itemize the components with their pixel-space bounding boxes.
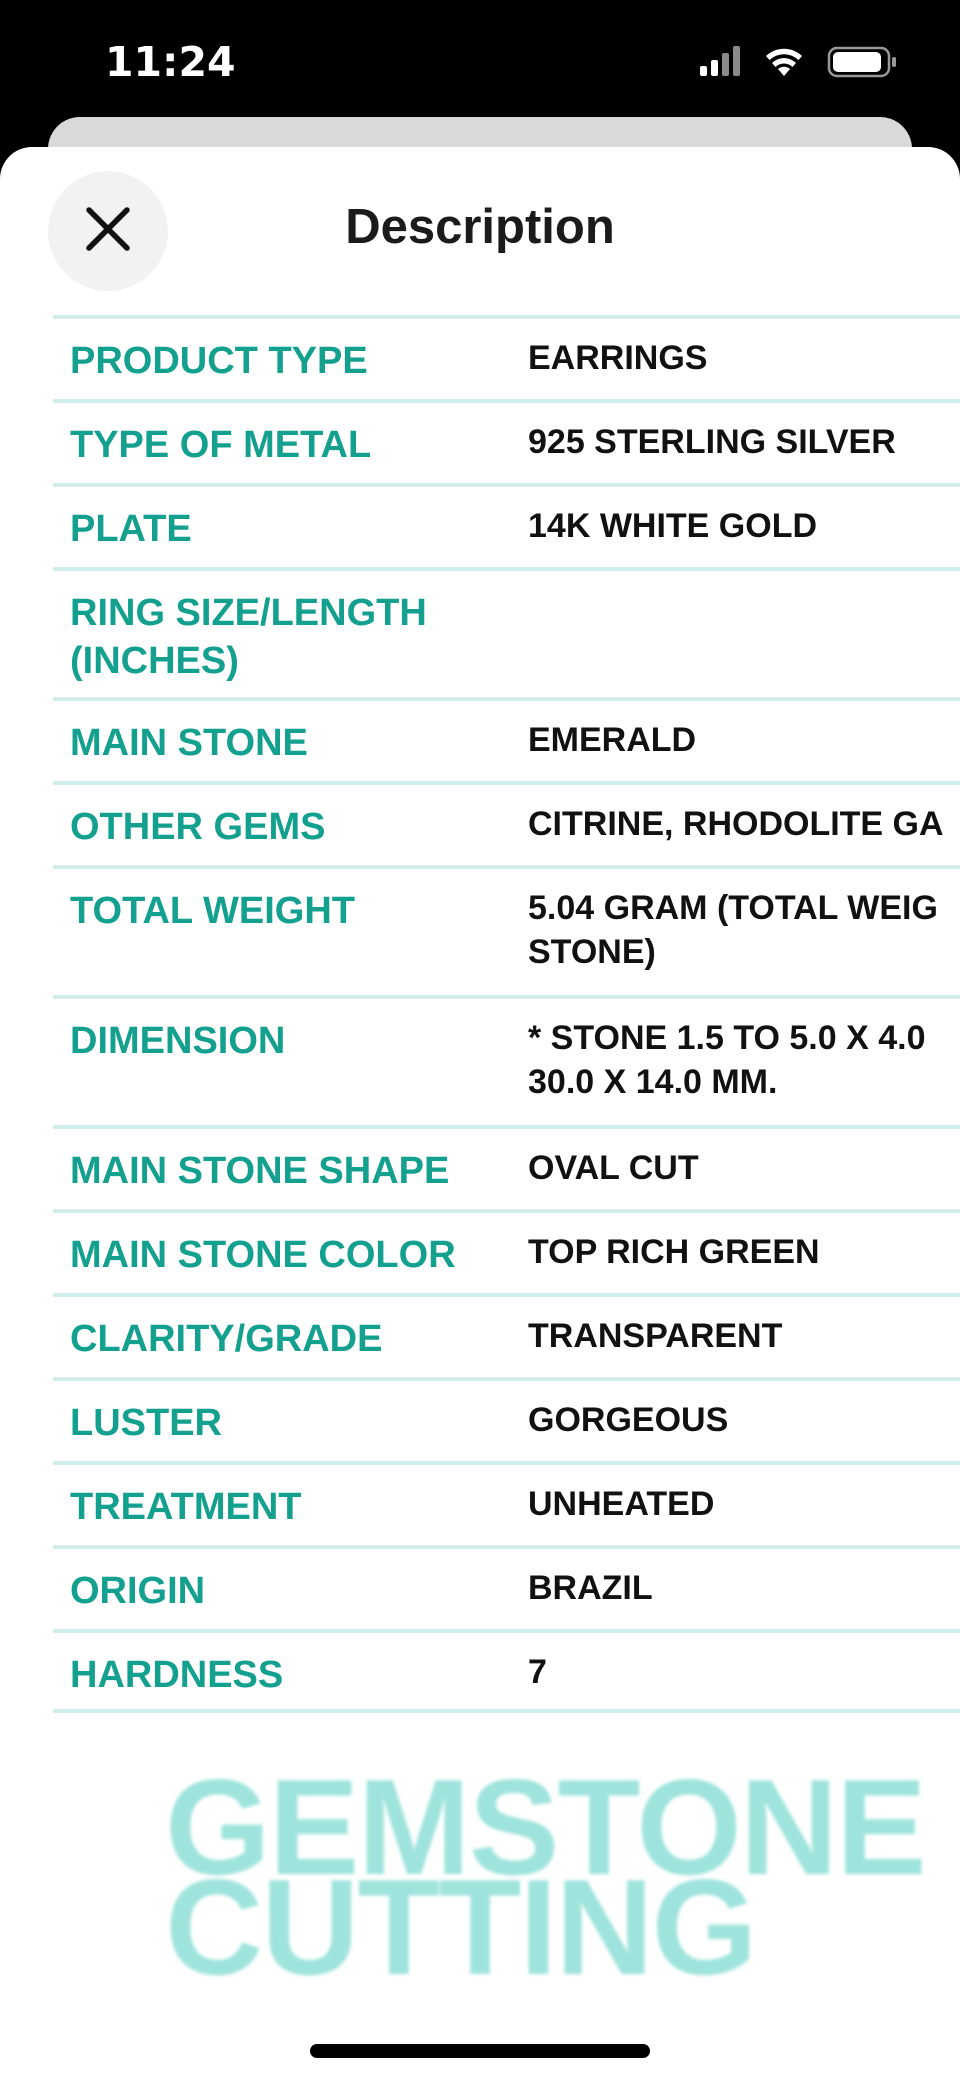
spec-label: OTHER GEMS: [70, 806, 326, 848]
spec-value-line: GORGEOUS: [528, 1401, 729, 1439]
spec-value-line: 5.04 GRAM (TOTAL WEIG: [528, 889, 938, 927]
spec-label-line: (INCHES): [70, 640, 239, 682]
spec-value-line: STONE): [528, 933, 656, 971]
spec-row: OTHER GEMS CITRINE, RHODOLITE GA: [53, 781, 960, 865]
spec-table: PRODUCT TYPE EARRINGS TYPE OF METAL 925 STE…: [53, 315, 960, 1713]
spec-row: PRODUCT TYPE EARRINGS: [53, 315, 960, 399]
spec-value: TRANSPARENT: [528, 1297, 960, 1358]
spec-value: EARRINGS: [528, 319, 960, 380]
spec-value: CITRINE, RHODOLITE GA: [528, 785, 960, 846]
spec-value-line: 30.0 X 14.0 MM.: [528, 1063, 778, 1101]
spec-value-line: OVAL CUT: [528, 1149, 699, 1187]
spec-value-line: 925 STERLING SILVER: [528, 423, 896, 461]
spec-label: HARDNESS: [70, 1654, 284, 1696]
spec-value: * STONE 1.5 TO 5.0 X 4.0 30.0 X 14.0 MM.: [528, 999, 960, 1104]
spec-label: MAIN STONE SHAPE: [70, 1150, 450, 1192]
spec-label: MAIN STONE COLOR: [70, 1234, 456, 1276]
spec-value-line: EMERALD: [528, 721, 697, 759]
spec-label-line: RING SIZE/LENGTH: [70, 592, 427, 634]
home-indicator[interactable]: [310, 2044, 650, 2058]
gemstone-cutting-logo: GEMSTONE CUTTING: [165, 1759, 927, 1995]
spec-value: [528, 571, 960, 588]
spec-value: OVAL CUT: [528, 1129, 960, 1190]
spec-value-line: CITRINE, RHODOLITE GA: [528, 805, 944, 843]
spec-value-line: TRANSPARENT: [528, 1317, 783, 1355]
status-icons: [700, 44, 900, 80]
spec-value: UNHEATED: [528, 1465, 960, 1526]
spec-label: RING SIZE/LENGTH (INCHES): [53, 571, 528, 685]
spec-row: DIMENSION * STONE 1.5 TO 5.0 X 4.0 30.0 X …: [53, 995, 960, 1125]
spec-value: 14K WHITE GOLD: [528, 487, 960, 548]
spec-value: GORGEOUS: [528, 1381, 960, 1442]
spec-row: TREATMENT UNHEATED: [53, 1461, 960, 1545]
spec-value-line: UNHEATED: [528, 1485, 715, 1523]
spec-value: 925 STERLING SILVER: [528, 403, 960, 464]
spec-label: LUSTER: [70, 1402, 222, 1444]
spec-row: RING SIZE/LENGTH (INCHES): [53, 567, 960, 697]
spec-value: 5.04 GRAM (TOTAL WEIG STONE): [528, 869, 960, 974]
spec-row: MAIN STONE SHAPE OVAL CUT: [53, 1125, 960, 1209]
spec-row: ORIGIN BRAZIL: [53, 1545, 960, 1629]
spec-value: BRAZIL: [528, 1549, 960, 1610]
spec-row: LUSTER GORGEOUS: [53, 1377, 960, 1461]
signal-icon: [700, 46, 740, 76]
spec-value: TOP RICH GREEN: [528, 1213, 960, 1274]
spec-value-line: 7: [528, 1653, 547, 1691]
spec-label: TREATMENT: [70, 1486, 302, 1528]
spec-value-line: 14K WHITE GOLD: [528, 507, 818, 545]
spec-row: MAIN STONE COLOR TOP RICH GREEN: [53, 1209, 960, 1293]
spec-row: TYPE OF METAL 925 STERLING SILVER: [53, 399, 960, 483]
spec-value: EMERALD: [528, 701, 960, 762]
battery-icon: [827, 46, 896, 78]
spec-row: TOTAL WEIGHT 5.04 GRAM (TOTAL WEIG STONE): [53, 865, 960, 995]
spec-label: TYPE OF METAL: [70, 424, 372, 466]
spec-label: PLATE: [70, 508, 192, 550]
spec-value-line: * STONE 1.5 TO 5.0 X 4.0: [528, 1019, 926, 1057]
spec-label: DIMENSION: [70, 1020, 286, 1062]
spec-label: ORIGIN: [70, 1570, 206, 1612]
spec-row: CLARITY/GRADE TRANSPARENT: [53, 1293, 960, 1377]
description-sheet: Description PRODUCT TYPE EARRINGS TYPE OF …: [0, 147, 960, 2079]
spec-label: CLARITY/GRADE: [70, 1318, 383, 1360]
wifi-icon: [766, 48, 802, 76]
spec-label: MAIN STONE: [70, 722, 308, 764]
spec-label: PRODUCT TYPE: [70, 340, 368, 382]
spec-row: HARDNESS 7: [53, 1629, 960, 1713]
spec-row: PLATE 14K WHITE GOLD: [53, 483, 960, 567]
spec-label: TOTAL WEIGHT: [70, 890, 355, 932]
page-title: Description: [345, 200, 615, 254]
spec-value-line: TOP RICH GREEN: [528, 1233, 820, 1271]
spec-value-line: BRAZIL: [528, 1569, 653, 1607]
status-bar: 11:24: [0, 0, 960, 120]
spec-row: MAIN STONE EMERALD: [53, 697, 960, 781]
spec-value-line: EARRINGS: [528, 339, 708, 377]
spec-value: 7: [528, 1633, 960, 1694]
status-time: 11:24: [105, 38, 236, 86]
